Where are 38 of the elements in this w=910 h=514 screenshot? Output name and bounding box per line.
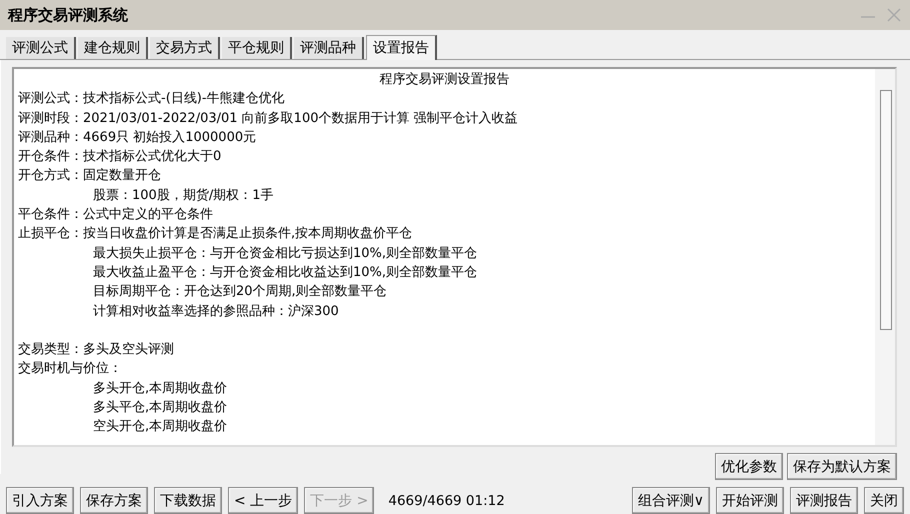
report-line: 交易时机与价位： <box>18 360 123 378</box>
toolbar-button[interactable]: < 上一步 <box>228 487 298 514</box>
toolbar-button[interactable]: 开始评测 <box>716 487 784 514</box>
tab[interactable]: 建仓规则 <box>78 37 148 59</box>
report-line: 开仓方式：固定数量开仓 <box>18 167 162 186</box>
tab[interactable]: 评测品种 <box>294 37 364 59</box>
toolbar-button[interactable]: 保存方案 <box>80 487 148 514</box>
report-line: 交易类型：多头及空头评测 <box>18 341 175 360</box>
report-line: 股票：100股，期货/期权：1手 <box>92 186 274 205</box>
report-line: 评测公式：技术指标公式-(日线)-牛熊建仓优化 <box>18 90 286 108</box>
report-line: 止损平仓：按当日收盘价计算是否满足止损条件,按本周期收盘价平仓 <box>18 225 414 244</box>
tab[interactable]: 评测公式 <box>6 37 76 59</box>
report-line: 评测品种：4669只 初始投入1000000元 <box>18 128 258 147</box>
progress-status: 4669/4669 01:12 <box>387 492 506 508</box>
toolbar-button[interactable]: 引入方案 <box>6 487 74 514</box>
report-title: 程序交易评测设置报告 <box>378 71 510 89</box>
report-line: 空头开仓,本周期收盘价 <box>92 418 228 436</box>
tab[interactable]: 设置报告 <box>366 35 437 60</box>
toolbar-button[interactable]: 下载数据 <box>154 487 222 514</box>
report-line: 平仓条件：公式中定义的平仓条件 <box>18 206 214 224</box>
report-line: 最大收益止盈平仓：与开仓资金相比收益达到10%,则全部数量平仓 <box>92 264 478 282</box>
report-line: 评测时段：2021/03/01-2022/03/01 向前多取100个数据用于计算 强制平仓计入收益 <box>18 110 519 128</box>
toolbar-button[interactable]: 评测报告 <box>790 487 858 514</box>
tab[interactable]: 平仓规则 <box>222 37 292 59</box>
scrollbar-thumb[interactable] <box>880 90 892 330</box>
scrollbar[interactable] <box>875 69 895 445</box>
tab[interactable]: 交易方式 <box>150 37 220 59</box>
toolbar-button[interactable]: 关闭 <box>864 487 904 514</box>
window-title: 程序交易评测系统 <box>8 6 128 24</box>
report-line: 多头平仓,本周期收盘价 <box>92 399 228 418</box>
report-line: 多头开仓,本周期收盘价 <box>92 380 228 398</box>
report-line: 开仓条件：技术指标公式优化大于0 <box>18 148 222 166</box>
report-line: 最大损失止损平仓：与开仓资金相比亏损达到10%,则全部数量平仓 <box>92 244 478 263</box>
report-line: 计算相对收益率选择的参照品种：沪深300 <box>92 302 340 321</box>
panel-button[interactable]: 优化参数 <box>715 453 783 480</box>
dropdown-button[interactable]: 组合评测∨ <box>632 487 710 514</box>
report-line: 目标周期平仓：开仓达到20个周期,则全部数量平仓 <box>92 283 388 302</box>
panel-button[interactable]: 保存为默认方案 <box>787 453 897 480</box>
